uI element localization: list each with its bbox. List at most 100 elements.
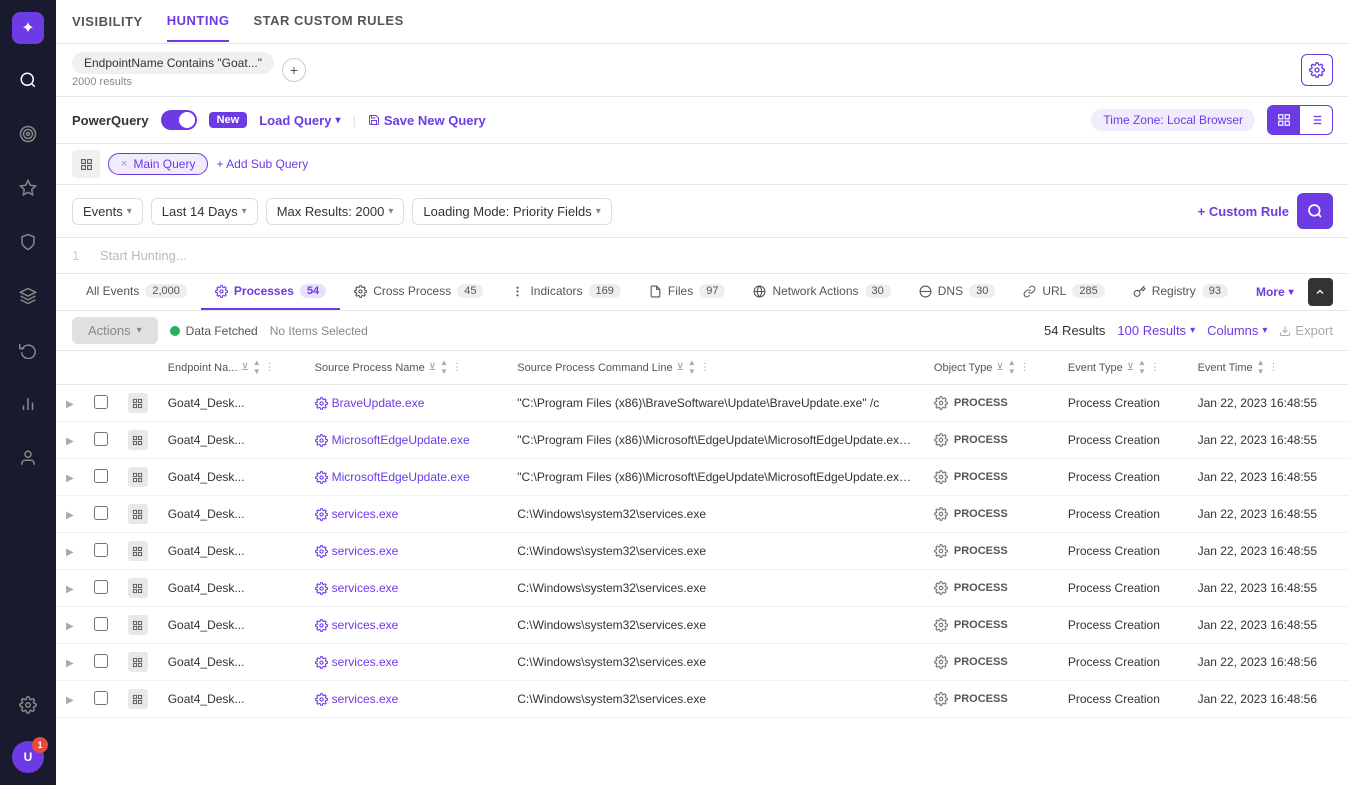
sidebar-icon-star[interactable]	[10, 170, 46, 206]
tab-registry[interactable]: Registry 93	[1119, 274, 1242, 310]
row-endpoint-7: Goat4_Desk...	[158, 644, 305, 681]
tab-files[interactable]: Files 97	[635, 274, 740, 310]
row-checkbox-8[interactable]	[84, 681, 118, 718]
row-checkbox-7[interactable]	[84, 644, 118, 681]
row-expand-8[interactable]: ▶	[56, 681, 84, 718]
user-avatar[interactable]: U 1	[12, 741, 44, 773]
load-query-button[interactable]: Load Query ▾	[259, 113, 340, 128]
row-expand-1[interactable]: ▶	[56, 422, 84, 459]
custom-rule-button[interactable]: + Custom Rule	[1198, 204, 1289, 219]
add-query-button[interactable]: +	[282, 58, 306, 82]
tab-indicators[interactable]: Indicators 169	[497, 274, 634, 310]
main-query-close[interactable]: ×	[121, 158, 127, 170]
sidebar-icon-person[interactable]	[10, 440, 46, 476]
obj-sort-icon[interactable]: ▲▼	[1008, 359, 1016, 376]
source-sort-icon[interactable]: ▲▼	[440, 359, 448, 376]
row-expand-0[interactable]: ▶	[56, 385, 84, 422]
row-source-process-2[interactable]: MicrosoftEdgeUpdate.exe	[305, 459, 508, 496]
events-dropdown[interactable]: Events ▾	[72, 198, 143, 225]
cmd-filter-icon[interactable]: ⊻	[677, 362, 684, 373]
col-source-process[interactable]: Source Process Name ⊻ ▲▼ ⋮	[305, 351, 508, 385]
max-results-dropdown[interactable]: Max Results: 2000 ▾	[266, 198, 405, 225]
source-more-icon[interactable]: ⋮	[452, 362, 462, 373]
row-expand-6[interactable]: ▶	[56, 607, 84, 644]
row-source-process-0[interactable]: BraveUpdate.exe	[305, 385, 508, 422]
tab-processes[interactable]: Processes 54	[201, 274, 340, 310]
evt-filter-icon[interactable]: ⊻	[1127, 362, 1134, 373]
row-source-process-8[interactable]: services.exe	[305, 681, 508, 718]
endpoint-more-icon[interactable]: ⋮	[265, 362, 275, 373]
results-per-page-dropdown[interactable]: 100 Results ▾	[1117, 323, 1195, 338]
sidebar-icon-refresh[interactable]	[10, 332, 46, 368]
row-source-process-4[interactable]: services.exe	[305, 533, 508, 570]
evt-more-icon[interactable]: ⋮	[1150, 362, 1160, 373]
row-object-type-2: PROCESS	[924, 459, 1058, 496]
row-source-process-6[interactable]: services.exe	[305, 607, 508, 644]
cmd-more-icon[interactable]: ⋮	[700, 362, 710, 373]
endpoint-sort-icon[interactable]: ▲▼	[253, 359, 261, 376]
col-event-time[interactable]: Event Time ▲▼ ⋮	[1188, 351, 1349, 385]
save-query-button[interactable]: Save New Query	[368, 113, 486, 128]
sidebar-icon-shield[interactable]	[10, 224, 46, 260]
col-endpoint[interactable]: Endpoint Na... ⊻ ▲▼ ⋮	[158, 351, 305, 385]
row-expand-4[interactable]: ▶	[56, 533, 84, 570]
row-checkbox-3[interactable]	[84, 496, 118, 533]
sidebar-icon-radar[interactable]	[10, 116, 46, 152]
col-object-type[interactable]: Object Type ⊻ ▲▼ ⋮	[924, 351, 1058, 385]
tab-cross-process[interactable]: Cross Process 45	[340, 274, 497, 310]
date-range-dropdown[interactable]: Last 14 Days ▾	[151, 198, 258, 225]
sidebar-icon-chart[interactable]	[10, 386, 46, 422]
list-view-button[interactable]	[1300, 106, 1332, 134]
timezone-button[interactable]: Time Zone: Local Browser	[1091, 109, 1255, 131]
add-sub-query-button[interactable]: + Add Sub Query	[216, 157, 308, 171]
search-button[interactable]	[1297, 193, 1333, 229]
tab-more[interactable]: More ▾	[1242, 275, 1308, 309]
cmd-sort-icon[interactable]: ▲▼	[688, 359, 696, 376]
main-query-tab[interactable]: × Main Query	[108, 153, 208, 175]
sidebar-icon-settings[interactable]	[10, 687, 46, 723]
row-event-time-8: Jan 22, 2023 16:48:56	[1188, 681, 1349, 718]
evt-sort-icon[interactable]: ▲▼	[1138, 359, 1146, 376]
col-source-cmd[interactable]: Source Process Command Line ⊻ ▲▼ ⋮	[507, 351, 924, 385]
source-filter-icon[interactable]: ⊻	[429, 362, 436, 373]
sidebar-icon-layers[interactable]	[10, 278, 46, 314]
export-button[interactable]: Export	[1279, 323, 1333, 338]
row-source-process-3[interactable]: services.exe	[305, 496, 508, 533]
col-event-type[interactable]: Event Type ⊻ ▲▼ ⋮	[1058, 351, 1188, 385]
row-expand-5[interactable]: ▶	[56, 570, 84, 607]
tab-hunting[interactable]: HUNTING	[167, 1, 230, 42]
row-checkbox-1[interactable]	[84, 422, 118, 459]
row-source-process-7[interactable]: services.exe	[305, 644, 508, 681]
grid-icon[interactable]	[72, 150, 100, 178]
tab-star-custom-rules[interactable]: STAR CUSTOM RULES	[253, 1, 403, 42]
row-expand-3[interactable]: ▶	[56, 496, 84, 533]
settings-button[interactable]	[1301, 54, 1333, 86]
tab-dns[interactable]: DNS 30	[905, 274, 1010, 310]
tab-url[interactable]: URL 285	[1009, 274, 1118, 310]
row-checkbox-6[interactable]	[84, 607, 118, 644]
row-checkbox-2[interactable]	[84, 459, 118, 496]
time-more-icon[interactable]: ⋮	[1269, 362, 1279, 373]
sidebar-icon-search[interactable]	[10, 62, 46, 98]
row-source-process-5[interactable]: services.exe	[305, 570, 508, 607]
grid-view-button[interactable]	[1268, 106, 1300, 134]
row-source-process-1[interactable]: MicrosoftEdgeUpdate.exe	[305, 422, 508, 459]
query-pill[interactable]: EndpointName Contains "Goat..."	[72, 52, 274, 74]
obj-filter-icon[interactable]: ⊻	[996, 362, 1003, 373]
row-expand-2[interactable]: ▶	[56, 459, 84, 496]
query-input[interactable]	[100, 248, 1333, 263]
actions-button[interactable]: Actions ▾	[72, 317, 158, 344]
collapse-button[interactable]	[1308, 278, 1333, 306]
loading-mode-dropdown[interactable]: Loading Mode: Priority Fields ▾	[412, 198, 611, 225]
obj-more-icon[interactable]: ⋮	[1020, 362, 1030, 373]
time-sort-icon[interactable]: ▲▼	[1257, 359, 1265, 376]
tab-all-events[interactable]: All Events 2,000	[72, 274, 201, 310]
endpoint-filter-icon[interactable]: ⊻	[241, 362, 248, 373]
columns-button[interactable]: Columns ▾	[1207, 323, 1267, 338]
tab-network-actions[interactable]: Network Actions 30	[739, 274, 904, 310]
powerquery-toggle[interactable]	[161, 110, 197, 130]
row-expand-7[interactable]: ▶	[56, 644, 84, 681]
row-checkbox-4[interactable]	[84, 533, 118, 570]
row-checkbox-0[interactable]	[84, 385, 118, 422]
row-checkbox-5[interactable]	[84, 570, 118, 607]
